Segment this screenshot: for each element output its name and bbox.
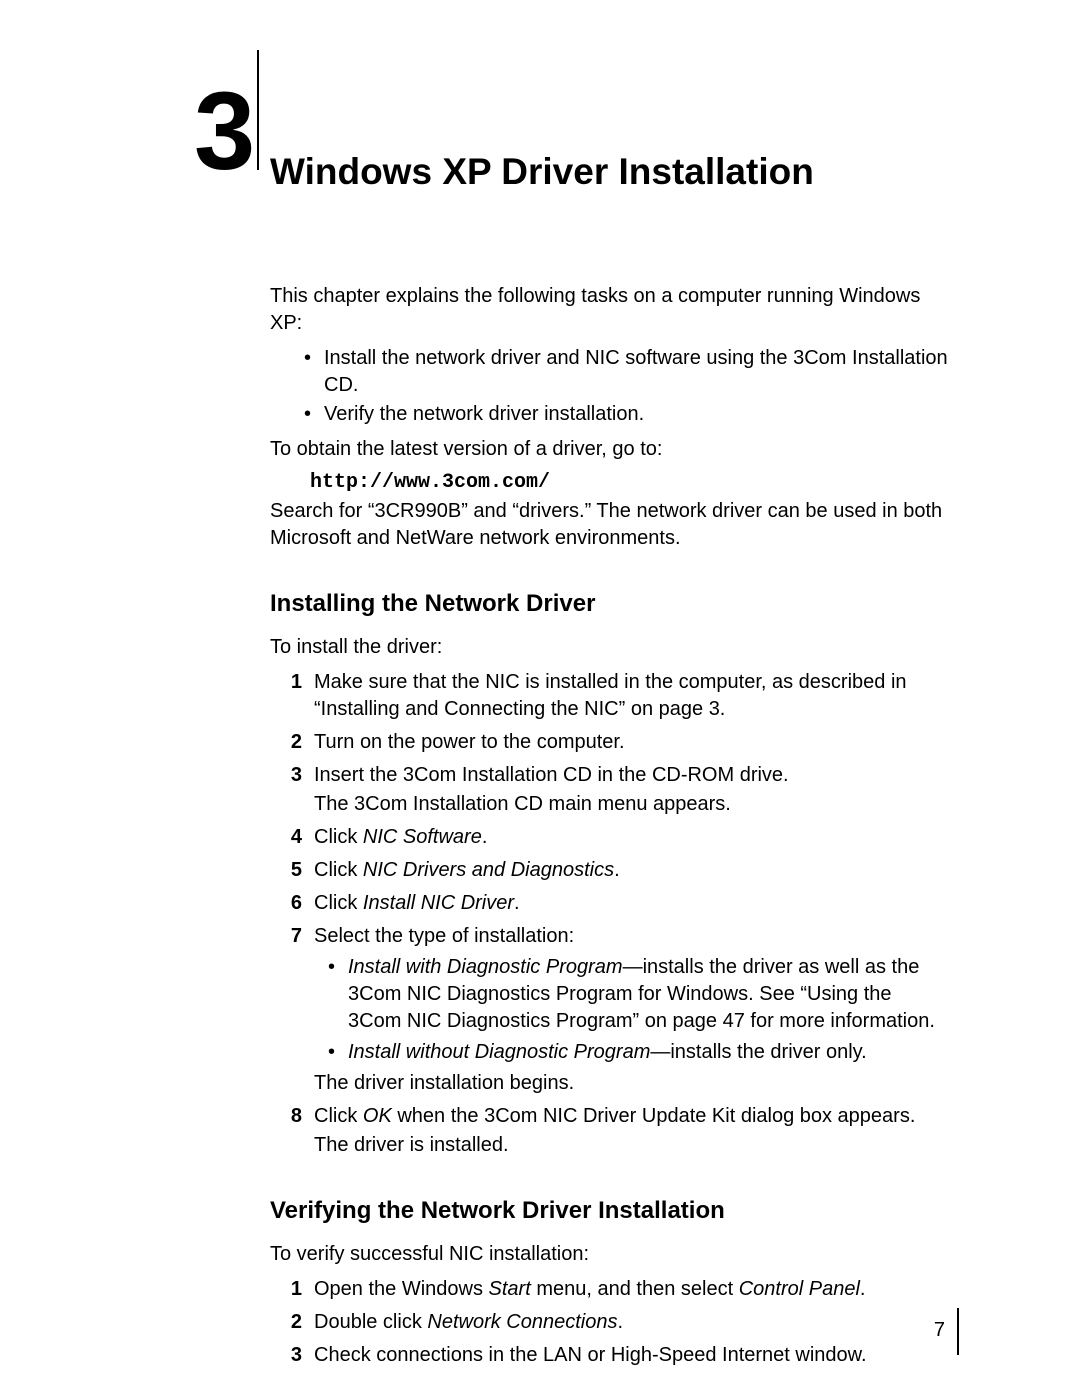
install-step: 7 Select the type of installation: Insta… [280, 923, 950, 1097]
footer-rule [957, 1308, 959, 1355]
install-step: 3 Insert the 3Com Installation CD in the… [280, 762, 950, 818]
step-suffix: . [482, 826, 488, 848]
install-step: 6 Click Install NIC Driver. [280, 890, 950, 917]
install-step: 5 Click NIC Drivers and Diagnostics. [280, 857, 950, 884]
step-subtext: The driver installation begins. [314, 1072, 574, 1094]
install-step: 2Turn on the power to the computer. [280, 729, 950, 756]
verify-step: 1 Open the Windows Start menu, and then … [280, 1276, 950, 1303]
step-prefix: Click [314, 826, 363, 848]
ui-term: NIC Drivers and Diagnostics [363, 859, 614, 881]
step-suffix: . [514, 892, 520, 914]
driver-url: http://www.3com.com/ [310, 471, 950, 494]
intro-bullet: Verify the network driver installation. [304, 401, 950, 428]
step-text: Make sure that the NIC is installed in t… [314, 671, 907, 720]
step-suffix: when the 3Com NIC Driver Update Kit dial… [392, 1105, 916, 1127]
verify-step: 2 Double click Network Connections. [280, 1309, 950, 1336]
step-prefix: Double click [314, 1311, 427, 1333]
install-step: 4 Click NIC Software. [280, 824, 950, 851]
chapter-header: 3 Windows XP Driver Installation [270, 60, 950, 193]
intro-lead: This chapter explains the following task… [270, 283, 950, 337]
intro-bullet-list: Install the network driver and NIC softw… [304, 345, 950, 428]
section1-lead: To install the driver: [270, 634, 950, 661]
verify-steps-list: 1 Open the Windows Start menu, and then … [280, 1276, 950, 1369]
install-step: 8 Click OK when the 3Com NIC Driver Upda… [280, 1103, 950, 1159]
section2-lead: To verify successful NIC installation: [270, 1241, 950, 1268]
intro-search: Search for “3CR990B” and “drivers.” The … [270, 498, 950, 552]
section-heading-verify: Verifying the Network Driver Installatio… [270, 1197, 950, 1225]
chapter-divider-rule [257, 50, 259, 170]
step-suffix: . [614, 859, 620, 881]
step-prefix: Open the Windows [314, 1278, 489, 1300]
step-text: Select the type of installation: [314, 925, 574, 947]
install-step: 1Make sure that the NIC is installed in … [280, 669, 950, 723]
ui-term: Network Connections [427, 1311, 617, 1333]
intro-obtain: To obtain the latest version of a driver… [270, 436, 950, 463]
step-subtext: The 3Com Installation CD main menu appea… [314, 791, 950, 818]
chapter-title: Windows XP Driver Installation [270, 90, 950, 193]
ui-term: NIC Software [363, 826, 482, 848]
step-mid: menu, and then select [531, 1278, 739, 1300]
page-number: 7 [934, 1319, 945, 1342]
ui-term: OK [363, 1105, 392, 1127]
step-prefix: Click [314, 859, 363, 881]
section-heading-install: Installing the Network Driver [270, 590, 950, 618]
step-suffix: . [860, 1278, 866, 1300]
step-text: Insert the 3Com Installation CD in the C… [314, 764, 789, 786]
ui-term: Control Panel [739, 1278, 860, 1300]
intro-bullet: Install the network driver and NIC softw… [304, 345, 950, 399]
chapter-number: 3 [194, 77, 255, 187]
ui-term: Start [489, 1278, 531, 1300]
step-text: Turn on the power to the computer. [314, 731, 625, 753]
step-subtext: The driver is installed. [314, 1132, 950, 1159]
page-container: 3 Windows XP Driver Installation This ch… [0, 0, 1080, 1397]
option-name: Install without Diagnostic Program [348, 1041, 650, 1063]
install-type-option: Install without Diagnostic Program—insta… [328, 1039, 950, 1066]
verify-step: 3 Check connections in the LAN or High-S… [280, 1342, 950, 1369]
install-steps-list: 1Make sure that the NIC is installed in … [280, 669, 950, 1159]
option-name: Install with Diagnostic Program [348, 956, 623, 978]
install-type-option: Install with Diagnostic Program—installs… [328, 954, 950, 1035]
step-prefix: Click [314, 892, 363, 914]
ui-term: Install NIC Driver [363, 892, 514, 914]
step-prefix: Click [314, 1105, 363, 1127]
option-desc: —installs the driver only. [650, 1041, 866, 1063]
step-suffix: . [617, 1311, 623, 1333]
install-type-list: Install with Diagnostic Program —installs… [328, 954, 950, 1066]
step-text: Check connections in the LAN or High-Spe… [314, 1344, 867, 1366]
